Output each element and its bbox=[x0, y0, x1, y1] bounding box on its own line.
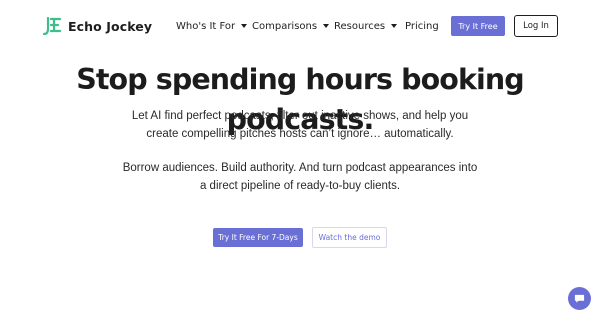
log-in-button[interactable]: Log In bbox=[514, 15, 558, 37]
nav-item-whos-it-for[interactable]: Who's It For bbox=[176, 18, 248, 34]
nav-item-label: Who's It For bbox=[176, 20, 236, 32]
chevron-down-icon bbox=[323, 24, 330, 28]
nav-item-resources[interactable]: Resources bbox=[334, 18, 398, 34]
brand-name: Echo Jockey bbox=[68, 18, 153, 34]
hero-paragraph-audiences: Borrow audiences. Build authority. And t… bbox=[122, 162, 478, 192]
chevron-down-icon bbox=[391, 24, 398, 28]
nav-item-label: Resources bbox=[334, 20, 386, 32]
nav-item-comparisons[interactable]: Comparisons bbox=[252, 18, 330, 34]
nav-item-label: Comparisons bbox=[252, 20, 318, 32]
chat-bubble-icon bbox=[574, 294, 585, 303]
nav-item-pricing[interactable]: Pricing bbox=[405, 18, 439, 34]
watch-demo-button[interactable]: Watch the demo bbox=[312, 227, 387, 248]
try-free-7-days-button[interactable]: Try It Free For 7-Days bbox=[213, 228, 303, 247]
hero-paragraph-ai: Let AI find perfect podcasts, filter out… bbox=[131, 110, 469, 140]
nav-item-label: Pricing bbox=[405, 20, 439, 32]
chevron-down-icon bbox=[241, 24, 248, 28]
brand-logo[interactable]: Echo Jockey bbox=[42, 15, 152, 37]
top-nav: Echo Jockey Who's It For Comparisons Res… bbox=[0, 0, 600, 52]
landing-page: Echo Jockey Who's It For Comparisons Res… bbox=[0, 0, 600, 320]
try-it-free-button[interactable]: Try It Free bbox=[451, 16, 505, 36]
chat-launcher-button[interactable] bbox=[568, 287, 591, 310]
echo-jockey-logo-icon bbox=[42, 16, 62, 36]
